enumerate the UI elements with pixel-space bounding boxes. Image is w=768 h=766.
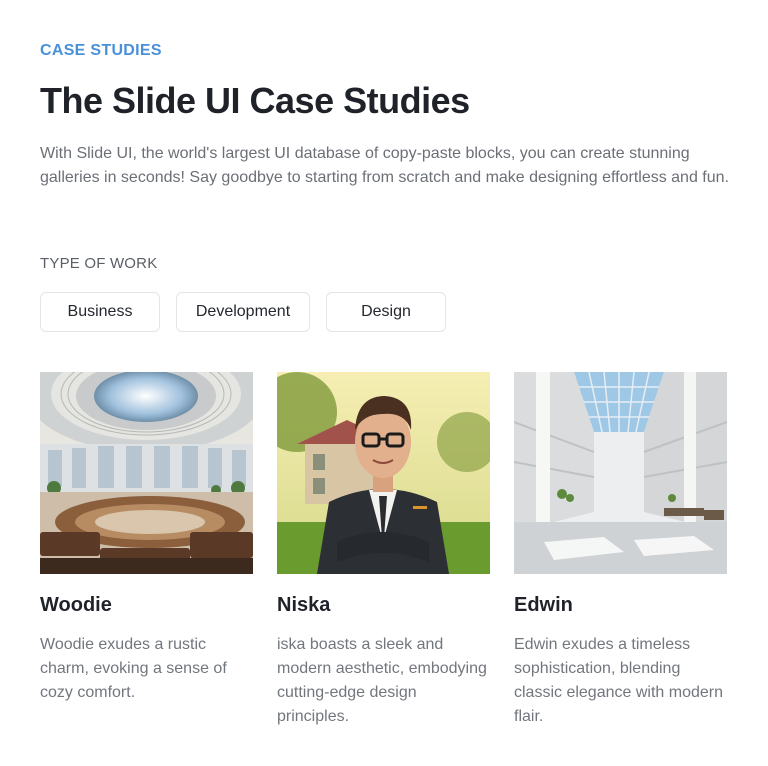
case-study-card-woodie[interactable]: Woodie Woodie exudes a rustic charm, evo… [40,372,253,729]
card-title: Niska [277,594,331,616]
rotunda-illustration [40,372,253,574]
filter-design-button[interactable]: Design [326,292,446,332]
portrait-illustration [277,372,490,574]
card-image[interactable] [277,372,490,574]
card-description: iska boasts a sleek and modern aesthetic… [277,636,487,725]
filter-label: TYPE OF WORK [40,255,158,272]
card-title: Woodie [40,594,112,616]
page-description: With Slide UI, the world's largest UI da… [40,145,729,186]
card-description: Edwin exudes a timeless sophistication, … [514,636,723,725]
card-image[interactable] [40,372,253,574]
card-image[interactable] [514,372,727,574]
case-study-card-niska[interactable]: Niska iska boasts a sleek and modern aes… [277,372,490,729]
case-studies-page: CASE STUDIES The Slide UI Case Studies W… [0,0,768,766]
section-eyebrow: CASE STUDIES [40,42,162,59]
card-title: Edwin [514,594,573,616]
page-title: The Slide UI Case Studies [40,80,470,121]
case-study-card-edwin[interactable]: Edwin Edwin exudes a timeless sophistica… [514,372,727,729]
filter-business-button[interactable]: Business [40,292,160,332]
case-study-cards: Woodie Woodie exudes a rustic charm, evo… [40,372,727,729]
filter-development-button[interactable]: Development [176,292,310,332]
card-description: Woodie exudes a rustic charm, evoking a … [40,636,227,701]
filter-group: Business Development Design [40,292,446,332]
atrium-illustration [514,372,727,574]
